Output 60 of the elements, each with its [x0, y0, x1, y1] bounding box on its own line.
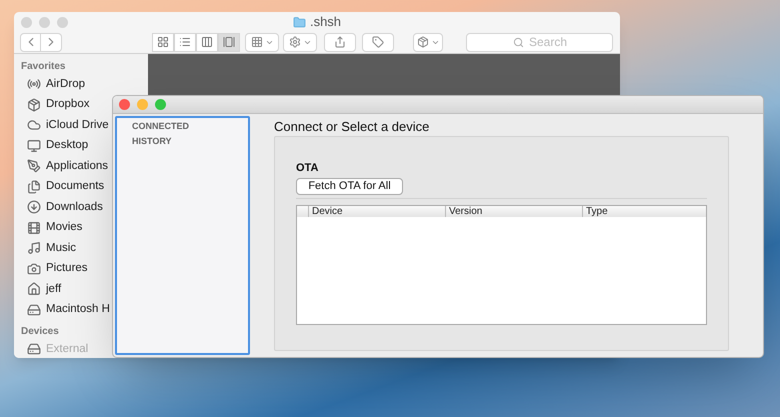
sidebar-item[interactable]: Macintosh H	[21, 300, 110, 320]
column-header[interactable]: Version	[445, 206, 582, 217]
column-header[interactable]: Device	[308, 206, 445, 217]
hard-drive-icon	[27, 342, 41, 356]
sidebar-item[interactable]: Music	[21, 238, 76, 258]
sidebar-heading: HISTORY	[132, 135, 173, 148]
monitor-icon	[27, 138, 41, 153]
sidebar-item[interactable]: Applications	[21, 156, 108, 176]
cloud-icon	[27, 118, 41, 132]
share-icon	[334, 36, 346, 48]
sidebar-item[interactable]: Desktop	[21, 136, 88, 156]
files-icon	[27, 180, 41, 194]
broadcast-icon	[27, 77, 41, 92]
sidebar-heading: Devices	[21, 325, 60, 339]
sidebar-item[interactable]: Movies	[21, 218, 82, 238]
sidebar-item[interactable]: AirDrop	[21, 74, 85, 94]
arrange-button[interactable]	[245, 32, 279, 52]
view-mode-button[interactable]	[152, 32, 174, 52]
icon-view-icon	[157, 36, 169, 48]
share-button[interactable]	[324, 32, 356, 52]
house-icon	[27, 282, 41, 296]
folder-icon	[292, 16, 306, 28]
box-icon	[416, 36, 428, 48]
page-heading: Connect or Select a device	[274, 118, 430, 135]
view-mode-button[interactable]	[174, 32, 196, 52]
sidebar-item[interactable]: Pictures	[21, 258, 88, 279]
columns-view-icon	[201, 36, 213, 48]
sidebar-heading: CONNECTED	[132, 120, 190, 133]
grid-icon	[250, 36, 262, 48]
sidebar-heading: Favorites	[21, 60, 66, 74]
sidebar-item[interactable]: iCloud Drive	[21, 115, 109, 136]
sidebar-item[interactable]: Downloads	[21, 197, 103, 218]
sidebar-item[interactable]: Dropbox	[21, 94, 90, 115]
search-icon	[513, 36, 524, 48]
view-mode-button[interactable]	[196, 32, 218, 52]
sidebar-item[interactable]: jeff	[21, 279, 62, 300]
sidebar-item[interactable]: Documents	[21, 176, 104, 197]
box-icon	[27, 98, 41, 112]
close-button[interactable]	[119, 99, 130, 110]
column-header[interactable]: Type	[582, 206, 706, 217]
action-button[interactable]	[283, 32, 317, 52]
search-field[interactable]: Search	[466, 32, 613, 52]
download-icon	[27, 200, 41, 214]
tag-button[interactable]	[362, 32, 394, 52]
music-icon	[27, 241, 41, 256]
box-menu-button[interactable]	[413, 32, 443, 52]
fetch-button[interactable]: Fetch OTA for All	[296, 178, 403, 195]
camera-icon	[27, 262, 41, 276]
forward-button[interactable]	[41, 32, 62, 52]
film-icon	[27, 220, 41, 235]
pen-icon	[27, 159, 41, 174]
zoom-button[interactable]	[155, 99, 166, 110]
view-mode-button[interactable]	[218, 32, 240, 52]
section-label: OTA	[296, 162, 320, 175]
settings-icon	[288, 36, 300, 48]
gallery-view-icon	[223, 36, 235, 48]
window-title: .shsh	[310, 13, 342, 32]
back-button[interactable]	[20, 32, 41, 52]
hard-drive-icon	[27, 302, 41, 317]
tag-icon	[372, 36, 384, 48]
